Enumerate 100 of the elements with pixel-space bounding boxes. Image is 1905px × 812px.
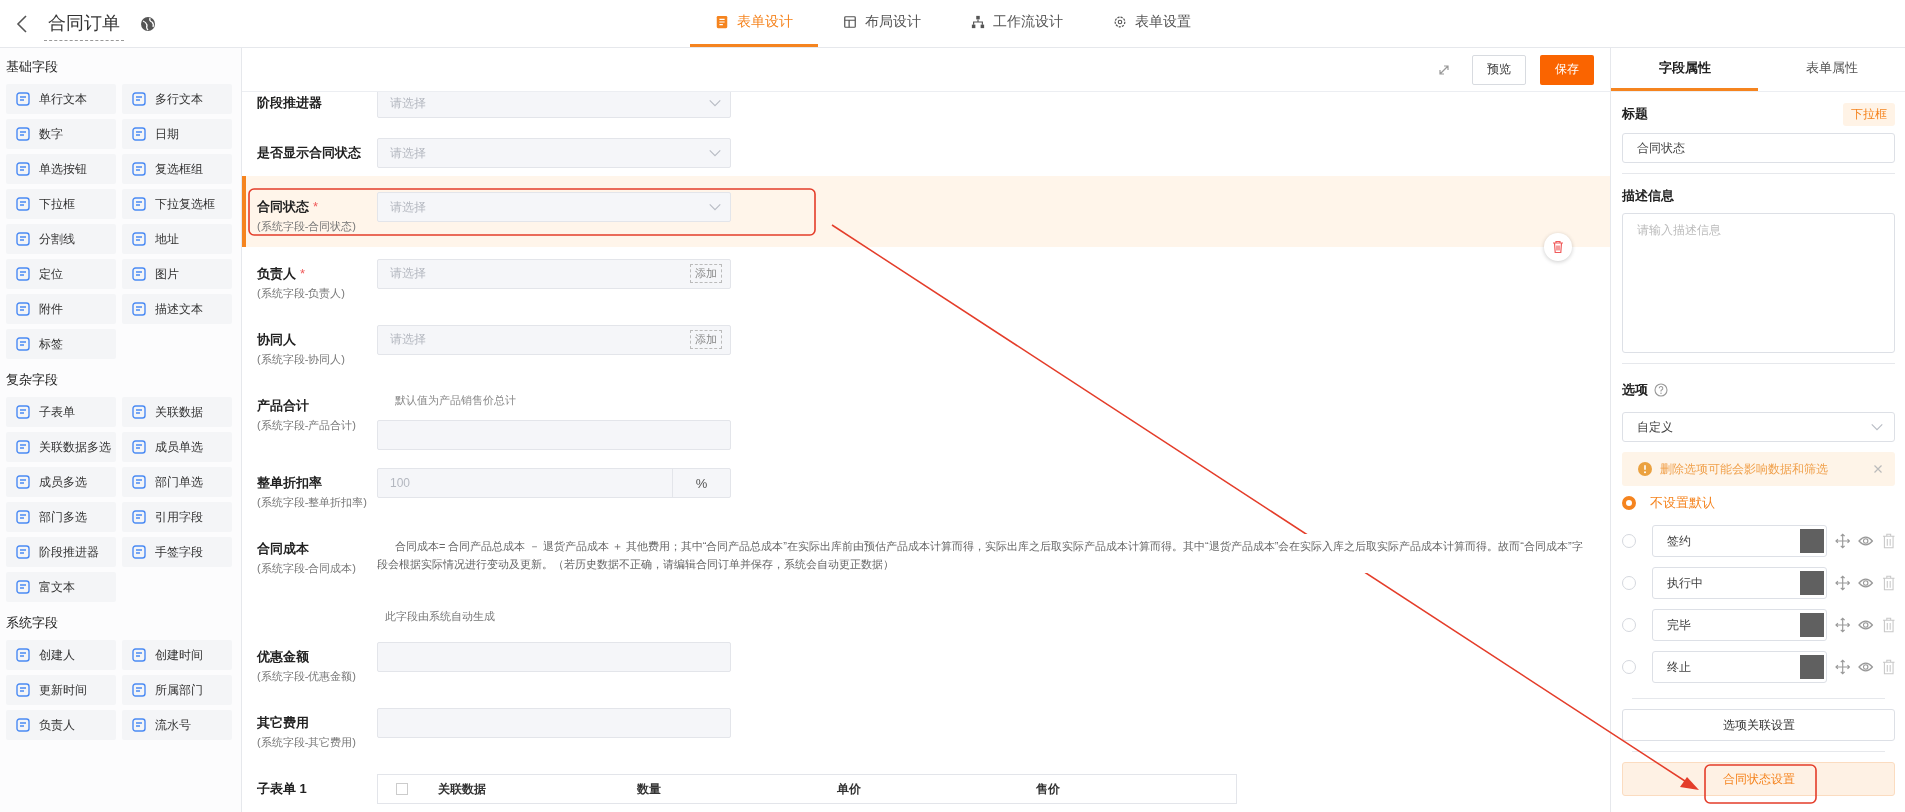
option-input[interactable]: 签约 xyxy=(1652,525,1827,557)
field-sublabel: (系统字段-合同成本) xyxy=(257,560,357,576)
panel-tab[interactable]: 表单属性 xyxy=(1758,48,1905,91)
member-field[interactable]: 请选择 添加 xyxy=(377,258,731,289)
add-button[interactable]: 添加 xyxy=(690,330,722,350)
top-tab[interactable]: 工作流设计 xyxy=(945,0,1088,47)
field-type-item[interactable]: 创建时间 xyxy=(122,640,232,670)
option-source-select[interactable]: 自定义 xyxy=(1622,412,1895,442)
field-type-icon xyxy=(132,648,146,662)
field-type-item[interactable]: 日期 xyxy=(122,119,232,149)
field-type-icon xyxy=(16,267,30,281)
field-type-item[interactable]: 关联数据多选 xyxy=(6,432,116,462)
field-type-item[interactable]: 成员单选 xyxy=(122,432,232,462)
field-type-icon xyxy=(16,337,30,351)
field-type-icon xyxy=(132,545,146,559)
column-header: 数量 xyxy=(637,780,663,798)
radio-button[interactable] xyxy=(1622,576,1636,590)
radio-button[interactable] xyxy=(1622,618,1636,632)
column-header: 售价 xyxy=(1036,780,1062,798)
field-type-item[interactable]: 阶段推进器 xyxy=(6,537,116,567)
group-title: 基础字段 xyxy=(6,58,59,76)
field-type-item[interactable]: 手签字段 xyxy=(122,537,232,567)
field-type-item[interactable]: 地址 xyxy=(122,224,232,254)
field-type-item[interactable]: 下拉框 xyxy=(6,189,116,219)
field-label: 协同人 xyxy=(257,331,296,347)
field-type-item[interactable]: 定位 xyxy=(6,259,116,289)
field-type-item[interactable]: 创建人 xyxy=(6,640,116,670)
field-type-icon xyxy=(132,475,146,489)
option-input[interactable]: 完毕 xyxy=(1652,609,1827,641)
field-type-item[interactable]: 标签 xyxy=(6,329,116,359)
color-swatch[interactable] xyxy=(1799,655,1824,679)
field-sublabel: (系统字段-产品合计) xyxy=(257,417,357,433)
field-type-item[interactable]: 关联数据 xyxy=(122,397,232,427)
radio-button[interactable] xyxy=(1622,534,1636,548)
description-textarea[interactable]: 请输入描述信息 xyxy=(1622,213,1895,353)
auto-generated-note: 此字段由系统自动生成 xyxy=(384,608,496,624)
field-type-item[interactable]: 附件 xyxy=(6,294,116,324)
field-sublabel: (系统字段-合同状态) xyxy=(257,219,357,234)
required-mark: * xyxy=(313,199,319,214)
help-icon xyxy=(1654,383,1668,397)
field-type-item[interactable]: 更新时间 xyxy=(6,675,116,705)
number-field[interactable] xyxy=(377,642,731,673)
radio-button[interactable] xyxy=(1622,496,1636,510)
field-type-icon xyxy=(132,440,146,454)
field-type-tag: 下拉框 xyxy=(1843,102,1895,126)
color-swatch[interactable] xyxy=(1799,613,1824,637)
color-swatch[interactable] xyxy=(1799,529,1824,553)
field-type-item[interactable]: 数字 xyxy=(6,119,116,149)
field-type-item[interactable]: 图片 xyxy=(122,259,232,289)
number-field[interactable] xyxy=(377,419,731,450)
checkbox[interactable] xyxy=(396,783,408,795)
top-tab[interactable]: 布局设计 xyxy=(817,0,946,47)
number-field[interactable] xyxy=(377,708,731,739)
panel-tab[interactable]: 字段属性 xyxy=(1611,48,1758,91)
preview-button[interactable]: 预览 xyxy=(1472,54,1526,85)
option-input[interactable]: 执行中 xyxy=(1652,567,1827,599)
field-type-item[interactable]: 富文本 xyxy=(6,572,116,602)
field-sublabel: (系统字段-整单折扣率) xyxy=(257,495,368,511)
field-type-item[interactable]: 多行文本 xyxy=(122,84,232,114)
field-type-icon xyxy=(16,580,30,594)
trash-icon xyxy=(1551,239,1565,254)
field-sublabel: (系统字段-负责人) xyxy=(257,285,346,301)
field-type-item[interactable]: 部门多选 xyxy=(6,502,116,532)
section-label: 选项 xyxy=(1622,381,1648,399)
radio-button[interactable] xyxy=(1622,660,1636,674)
field-type-icon xyxy=(132,92,146,106)
field-type-item[interactable]: 分割线 xyxy=(6,224,116,254)
field-type-icon xyxy=(16,197,30,211)
field-type-item[interactable]: 部门单选 xyxy=(122,467,232,497)
field-type-item[interactable]: 负责人 xyxy=(6,710,116,740)
field-type-item[interactable]: 下拉复选框 xyxy=(122,189,232,219)
field-type-icon xyxy=(16,545,30,559)
percent-field[interactable]: 100 % xyxy=(377,468,731,499)
trash-icon xyxy=(1881,575,1895,591)
field-type-icon xyxy=(16,302,30,316)
field-type-item[interactable]: 所属部门 xyxy=(122,675,232,705)
field-type-icon xyxy=(132,683,146,697)
member-field[interactable]: 请选择 添加 xyxy=(377,324,731,355)
field-type-item[interactable]: 引用字段 xyxy=(122,502,232,532)
top-tab[interactable]: 表单设置 xyxy=(1087,0,1216,47)
field-type-item[interactable]: 复选框组 xyxy=(122,154,232,184)
field-type-item[interactable]: 描述文本 xyxy=(122,294,232,324)
title-input[interactable]: 合同状态 xyxy=(1622,133,1895,163)
form-title[interactable]: 合同订单 xyxy=(44,6,124,41)
field-label: 阶段推进器 xyxy=(257,95,322,110)
back-icon xyxy=(16,14,28,33)
field-type-item[interactable]: 子表单 xyxy=(6,397,116,427)
required-mark: * xyxy=(300,265,306,281)
option-link-button[interactable]: 选项关联设置 xyxy=(1622,709,1895,741)
option-input[interactable]: 终止 xyxy=(1652,651,1827,683)
move-icon xyxy=(1834,533,1851,549)
field-sublabel: (系统字段-其它费用) xyxy=(257,735,357,751)
radio-label: 不设置默认 xyxy=(1650,494,1715,512)
field-type-item[interactable]: 成员多选 xyxy=(6,467,116,497)
color-swatch[interactable] xyxy=(1799,571,1824,595)
field-sublabel: (系统字段-协同人) xyxy=(257,351,346,367)
field-type-item[interactable]: 单行文本 xyxy=(6,84,116,114)
field-type-item[interactable]: 流水号 xyxy=(122,710,232,740)
add-button[interactable]: 添加 xyxy=(690,264,722,284)
field-type-item[interactable]: 单选按钮 xyxy=(6,154,116,184)
